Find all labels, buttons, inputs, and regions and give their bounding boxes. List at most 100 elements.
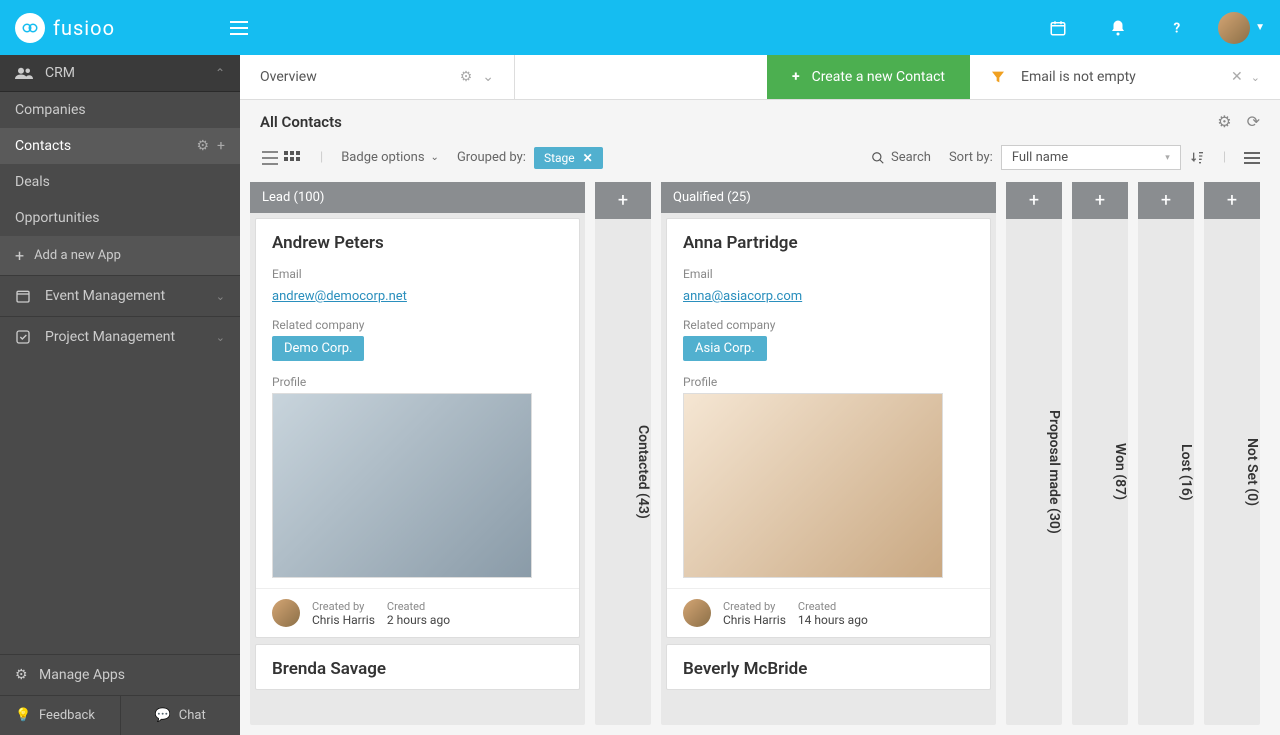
company-chip[interactable]: Asia Corp.	[683, 336, 767, 361]
add-app-button[interactable]: + Add a new App	[0, 236, 240, 275]
chat-button[interactable]: 💬 Chat	[121, 696, 241, 735]
sidebar-item-deals[interactable]: Deals	[0, 164, 240, 200]
menu-icon[interactable]	[1244, 151, 1260, 165]
badge-options-dropdown[interactable]: Badge options ⌄	[341, 150, 439, 165]
chat-icon: 💬	[155, 708, 171, 723]
field-label: Created by	[312, 600, 375, 613]
plus-icon: +	[792, 69, 800, 85]
overview-tab[interactable]: Overview ⚙ ⌄	[240, 55, 515, 99]
sidebar-group-crm[interactable]: CRM ⌃	[0, 55, 240, 92]
feedback-button[interactable]: 💡 Feedback	[0, 696, 121, 735]
sidebar: CRM ⌃ Companies Contacts ⚙ + Deals Oppor…	[0, 55, 240, 735]
user-menu-caret-icon[interactable]: ▼	[1255, 22, 1265, 33]
logo[interactable]	[15, 13, 45, 43]
gear-icon: ⚙	[15, 667, 31, 683]
column-won: + Won (87)	[1072, 182, 1128, 725]
search-icon	[871, 151, 885, 165]
chevron-down-icon: ▾	[1165, 153, 1170, 163]
bell-icon[interactable]	[1108, 18, 1128, 38]
field-label: Profile	[683, 375, 974, 389]
gear-icon[interactable]: ⚙	[196, 138, 209, 154]
close-icon[interactable]: ✕	[583, 151, 593, 165]
list-view-icon[interactable]	[260, 148, 280, 168]
main-content: Overview ⚙ ⌄ + Create a new Contact Emai…	[240, 55, 1280, 735]
create-contact-label: Create a new Contact	[812, 69, 945, 85]
manage-apps-button[interactable]: ⚙ Manage Apps	[0, 655, 240, 695]
contact-name: Beverly McBride	[667, 645, 990, 689]
contact-card[interactable]: Andrew Peters Email andrew@democorp.net …	[255, 218, 580, 638]
user-avatar[interactable]	[1218, 12, 1250, 44]
column-add-button[interactable]: +	[1006, 182, 1062, 219]
creator-avatar	[683, 599, 711, 627]
sidebar-item-label: Event Management	[45, 288, 216, 304]
page-title: All Contacts	[260, 113, 1217, 131]
sort-direction-icon[interactable]	[1189, 150, 1205, 166]
column-title[interactable]: Contacted (43)	[595, 219, 651, 725]
sidebar-item-label: Companies	[15, 102, 225, 118]
column-add-button[interactable]: +	[1072, 182, 1128, 219]
plus-icon[interactable]: +	[217, 138, 225, 154]
search-label: Search	[891, 150, 931, 165]
group-icon	[15, 66, 33, 80]
column-add-button[interactable]: +	[1204, 182, 1260, 219]
group-chip[interactable]: Stage ✕	[534, 147, 603, 169]
hamburger-icon[interactable]	[230, 21, 248, 35]
column-lost: + Lost (16)	[1138, 182, 1194, 725]
contact-email-link[interactable]: andrew@democorp.net	[272, 289, 407, 304]
sidebar-item-opportunities[interactable]: Opportunities	[0, 200, 240, 236]
grid-view-icon[interactable]	[282, 148, 302, 168]
column-header[interactable]: Lead (100)	[250, 182, 585, 213]
company-chip[interactable]: Demo Corp.	[272, 336, 364, 361]
toolbar: | Badge options ⌄ Grouped by: Stage ✕ Se…	[240, 139, 1280, 182]
sidebar-item-label: Opportunities	[15, 210, 225, 226]
column-header[interactable]: Qualified (25)	[661, 182, 996, 213]
created-by: Chris Harris	[312, 613, 375, 627]
gear-icon[interactable]: ⚙	[460, 69, 473, 85]
search-button[interactable]: Search	[871, 150, 931, 165]
contact-card[interactable]: Anna Partridge Email anna@asiacorp.com R…	[666, 218, 991, 638]
column-title: Qualified (25)	[673, 190, 751, 205]
gear-icon[interactable]: ⚙	[1217, 112, 1231, 131]
create-contact-button[interactable]: + Create a new Contact	[767, 55, 970, 99]
calendar-icon[interactable]	[1048, 18, 1068, 38]
help-icon[interactable]: ?	[1168, 18, 1188, 38]
profile-image	[272, 393, 532, 578]
field-label: Created	[387, 600, 450, 613]
refresh-icon[interactable]: ⟳	[1247, 112, 1260, 131]
check-icon	[15, 329, 33, 345]
sort-value: Full name	[1012, 150, 1165, 165]
sort-select[interactable]: Full name ▾	[1001, 145, 1181, 170]
filter-bar[interactable]: Email is not empty ✕ ⌄	[970, 55, 1280, 99]
chevron-down-icon: ⌄	[216, 290, 225, 303]
sidebar-item-label: Contacts	[15, 138, 196, 154]
brand-text: fusioo	[53, 16, 115, 40]
column-title[interactable]: Won (87)	[1072, 219, 1128, 725]
close-icon[interactable]: ✕	[1231, 69, 1243, 85]
column-proposal-made: + Proposal made (30)	[1006, 182, 1062, 725]
field-label: Created	[798, 600, 868, 613]
chat-label: Chat	[179, 708, 206, 723]
contact-card[interactable]: Beverly McBride	[666, 644, 991, 690]
column-title[interactable]: Proposal made (30)	[1006, 219, 1062, 725]
sort-by-label: Sort by:	[949, 150, 993, 165]
contact-email-link[interactable]: anna@asiacorp.com	[683, 289, 802, 304]
created-time: 14 hours ago	[798, 613, 868, 627]
chevron-down-icon[interactable]: ⌄	[482, 69, 494, 85]
chevron-down-icon[interactable]: ⌄	[1251, 71, 1260, 84]
column-add-button[interactable]: +	[595, 182, 651, 219]
sidebar-item-project-management[interactable]: Project Management ⌄	[0, 316, 240, 357]
sidebar-item-event-management[interactable]: Event Management ⌄	[0, 275, 240, 316]
field-label: Email	[683, 267, 974, 281]
contact-card[interactable]: Brenda Savage	[255, 644, 580, 690]
column-add-button[interactable]: +	[1138, 182, 1194, 219]
manage-apps-label: Manage Apps	[39, 667, 125, 683]
filter-text: Email is not empty	[1021, 69, 1231, 85]
created-time: 2 hours ago	[387, 613, 450, 627]
creator-avatar	[272, 599, 300, 627]
kanban-board: Lead (100) Andrew Peters Email andrew@de…	[240, 182, 1280, 735]
sidebar-item-companies[interactable]: Companies	[0, 92, 240, 128]
sidebar-item-contacts[interactable]: Contacts ⚙ +	[0, 128, 240, 164]
column-title[interactable]: Not Set (0)	[1204, 219, 1260, 725]
created-by: Chris Harris	[723, 613, 786, 627]
column-title[interactable]: Lost (16)	[1138, 219, 1194, 725]
